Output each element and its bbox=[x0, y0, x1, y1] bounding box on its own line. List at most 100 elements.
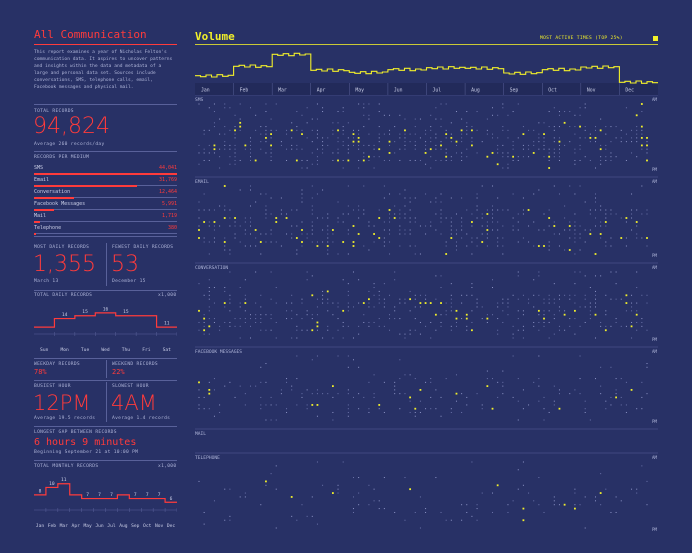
activity-dot bbox=[409, 396, 412, 399]
activity-dot bbox=[579, 159, 581, 161]
activity-dot bbox=[558, 152, 560, 154]
activity-dot bbox=[322, 484, 324, 486]
activity-dot bbox=[435, 137, 437, 139]
month-label: Oct bbox=[548, 88, 557, 94]
activity-dot bbox=[543, 310, 545, 312]
activity-dot bbox=[450, 133, 452, 135]
activity-dot bbox=[595, 217, 597, 219]
activity-dot bbox=[229, 209, 231, 211]
activity-dot bbox=[450, 197, 452, 199]
activity-dot bbox=[497, 209, 499, 211]
activity-dot bbox=[636, 141, 638, 143]
activity-dot bbox=[492, 185, 494, 187]
activity-dot bbox=[558, 407, 561, 410]
activity-dot bbox=[574, 233, 576, 235]
activity-dot bbox=[389, 233, 391, 235]
activity-dot bbox=[445, 217, 447, 219]
activity-dot bbox=[327, 325, 329, 327]
activity-dot bbox=[234, 137, 236, 139]
activity-dot bbox=[440, 144, 442, 147]
activity-dot bbox=[404, 519, 406, 521]
activity-dot bbox=[404, 197, 406, 199]
activity-dot bbox=[363, 213, 365, 215]
activity-dot bbox=[404, 118, 406, 120]
activity-dot bbox=[435, 148, 437, 150]
activity-dot bbox=[265, 193, 267, 195]
activity-dot bbox=[461, 217, 463, 219]
activity-dot bbox=[265, 126, 267, 128]
activity-dot bbox=[481, 404, 483, 406]
activity-dot bbox=[224, 103, 226, 105]
panel-label: EMAIL bbox=[195, 179, 209, 185]
activity-dot bbox=[306, 515, 308, 517]
activity-dot bbox=[311, 393, 313, 395]
activity-dot bbox=[316, 159, 318, 161]
activity-dot bbox=[476, 152, 478, 154]
activity-dot bbox=[332, 233, 334, 235]
activity-dot bbox=[522, 237, 524, 239]
activity-dot bbox=[486, 213, 489, 215]
activity-dot bbox=[574, 271, 576, 273]
activity-dot bbox=[595, 129, 597, 131]
activity-dot bbox=[610, 298, 612, 300]
activity-dot bbox=[450, 283, 452, 285]
activity-dot bbox=[558, 156, 560, 158]
activity-dot bbox=[342, 241, 345, 243]
value-label: 15 bbox=[123, 309, 129, 315]
activity-dot bbox=[213, 237, 215, 239]
activity-dot bbox=[389, 144, 391, 146]
activity-dot bbox=[270, 148, 272, 150]
activity-dot bbox=[219, 118, 221, 120]
activity-dot bbox=[347, 213, 349, 215]
activity-dot bbox=[389, 229, 391, 231]
activity-dot bbox=[296, 126, 298, 128]
activity-dot bbox=[311, 225, 313, 227]
category-label: Thu bbox=[122, 347, 131, 353]
activity-dot bbox=[368, 504, 370, 506]
value-label: 6 bbox=[170, 496, 173, 502]
activity-dot bbox=[409, 329, 411, 331]
activity-dot bbox=[393, 217, 396, 219]
activity-dot bbox=[486, 245, 488, 247]
activity-dot bbox=[466, 126, 468, 128]
activity-dot bbox=[311, 213, 313, 215]
activity-dot bbox=[270, 241, 272, 243]
medium-bar bbox=[34, 197, 75, 199]
activity-dot bbox=[574, 492, 576, 494]
activity-dot bbox=[430, 167, 432, 169]
activity-dot bbox=[306, 408, 308, 410]
activity-dot bbox=[213, 241, 215, 243]
activity-dot bbox=[311, 404, 314, 406]
activity-dot bbox=[425, 294, 427, 296]
activity-dot bbox=[584, 527, 586, 529]
activity-dot bbox=[445, 133, 448, 136]
activity-dot bbox=[600, 321, 602, 323]
activity-dot bbox=[579, 114, 581, 116]
activity-dot bbox=[208, 241, 210, 243]
activity-dot bbox=[548, 111, 550, 113]
activity-dot bbox=[255, 314, 257, 316]
activity-dot bbox=[476, 519, 478, 521]
activity-dot bbox=[492, 114, 494, 116]
activity-dot bbox=[553, 333, 555, 335]
activity-dot bbox=[254, 159, 257, 162]
activity-dot bbox=[631, 294, 633, 296]
activity-dot bbox=[486, 378, 488, 380]
activity-dot bbox=[455, 374, 457, 376]
activity-dot bbox=[203, 237, 205, 239]
activity-dot bbox=[584, 411, 586, 413]
activity-dot bbox=[219, 329, 221, 331]
activity-dot bbox=[563, 313, 566, 316]
activity-dot bbox=[528, 241, 530, 243]
activity-dot bbox=[512, 333, 514, 335]
activity-dot bbox=[558, 245, 560, 247]
activity-dot bbox=[363, 103, 365, 105]
activity-dot bbox=[584, 496, 586, 498]
activity-dot bbox=[553, 318, 555, 320]
activity-dot bbox=[455, 325, 457, 327]
activity-dot bbox=[605, 294, 607, 296]
activity-dot bbox=[476, 393, 478, 395]
month-label: Mar bbox=[278, 88, 287, 94]
activity-dot bbox=[363, 314, 365, 316]
activity-dot bbox=[631, 310, 633, 312]
